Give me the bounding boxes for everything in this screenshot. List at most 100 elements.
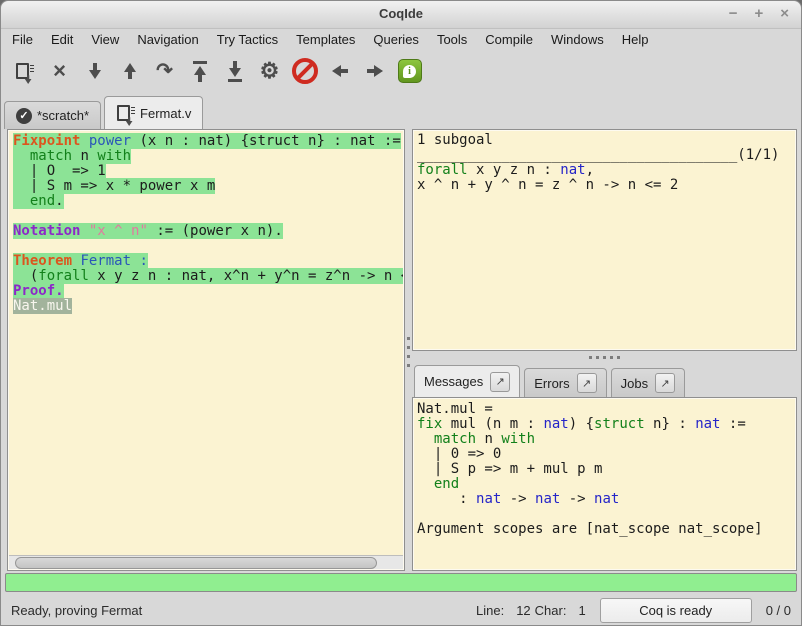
window-title: CoqIde: [1, 6, 801, 21]
code-line: x ^ n + y ^ n = z ^ n -> n <= 2: [417, 178, 792, 193]
code-line: Nat.mul =: [417, 402, 792, 417]
code-line: | 0 => 0: [417, 447, 792, 462]
document-save-icon: [116, 104, 135, 123]
menu-item-edit[interactable]: Edit: [42, 30, 82, 49]
menu-item-view[interactable]: View: [82, 30, 128, 49]
menu-item-tools[interactable]: Tools: [428, 30, 476, 49]
line-label: Line:: [476, 603, 504, 618]
code-line: (forall x y z n : nat, x^n + y^n = z^n -…: [13, 269, 403, 284]
code-line: 1 subgoal: [417, 133, 792, 148]
code-line: Theorem Fermat :: [13, 254, 403, 269]
code-line: ______________________________________(1…: [417, 148, 792, 163]
code-line: Fixpoint power (x n : nat) {struct n} : …: [13, 134, 403, 149]
messages-pane[interactable]: Nat.mul =fix mul (n m : nat) {struct n} …: [412, 397, 797, 571]
scrollbar-thumb[interactable]: [15, 557, 377, 569]
check-circle-icon: ✓: [16, 108, 32, 124]
tab-messages-label: Messages: [424, 374, 483, 389]
close-document-button[interactable]: ×: [42, 55, 77, 87]
menu-item-file[interactable]: File: [3, 30, 42, 49]
tab-jobs[interactable]: Jobs ↗: [611, 368, 685, 397]
horizontal-splitter[interactable]: [412, 351, 797, 363]
arrow-to-bottom-icon: [228, 61, 242, 82]
info-bubble-icon: i: [398, 59, 422, 83]
splitter-handle-icon: [407, 337, 410, 367]
forward-one-command-button[interactable]: [77, 55, 112, 87]
curved-arrow-icon: ↷: [156, 61, 173, 81]
goals-counter: 0 / 0: [766, 603, 791, 618]
code-line: | S m => x * power x m: [13, 179, 403, 194]
titlebar[interactable]: CoqIde − + ×: [1, 1, 801, 29]
detach-messages-button[interactable]: ↗: [490, 372, 510, 392]
code-line: match n with: [417, 432, 792, 447]
line-value: 12: [516, 603, 530, 618]
detach-jobs-button[interactable]: ↗: [655, 373, 675, 393]
tab-fermat[interactable]: Fermat.v: [104, 96, 203, 129]
code-line: Notation "x ^ n" := (power x n).: [13, 224, 403, 239]
messages-notebook-tabs: Messages ↗ Errors ↗ Jobs ↗: [412, 363, 797, 397]
editor-horizontal-scrollbar[interactable]: [9, 555, 403, 569]
goals-pane[interactable]: 1 subgoal_______________________________…: [412, 129, 797, 351]
minimize-button[interactable]: −: [729, 5, 738, 23]
coqide-window: CoqIde − + × FileEditViewNavigationTry T…: [0, 0, 802, 626]
fully-check-button[interactable]: ⚙: [252, 55, 287, 87]
tab-scratch[interactable]: ✓ *scratch*: [4, 101, 101, 129]
code-line: [417, 507, 792, 522]
down-arrow-icon: [88, 63, 102, 79]
code-line: [13, 209, 403, 224]
statusbar-right: Line: 12 Char: 1 Coq is ready 0 / 0: [476, 598, 791, 623]
maximize-button[interactable]: +: [754, 5, 763, 23]
menu-item-navigation[interactable]: Navigation: [128, 30, 207, 49]
go-to-cursor-button[interactable]: ↷: [147, 55, 182, 87]
tab-jobs-label: Jobs: [621, 376, 648, 391]
window-controls: − + ×: [729, 5, 789, 23]
interrupt-button[interactable]: [287, 55, 322, 87]
menu-item-queries[interactable]: Queries: [364, 30, 428, 49]
close-document-icon: ×: [53, 60, 66, 82]
left-arrow-icon: [332, 64, 348, 78]
code-line: forall x y z n : nat,: [417, 163, 792, 178]
back-button[interactable]: [322, 55, 357, 87]
code-line: | O => 1: [13, 164, 403, 179]
code-line: Nat.mul: [13, 299, 403, 314]
save-button[interactable]: [7, 55, 42, 87]
right-arrow-icon: [367, 64, 383, 78]
menu-item-compile[interactable]: Compile: [476, 30, 542, 49]
code-line: Proof.: [13, 284, 403, 299]
tab-errors[interactable]: Errors ↗: [524, 368, 606, 397]
restart-button[interactable]: [182, 55, 217, 87]
menu-item-windows[interactable]: Windows: [542, 30, 613, 49]
close-button[interactable]: ×: [780, 5, 789, 23]
code-line: [13, 239, 403, 254]
detach-icon: ↗: [661, 377, 670, 390]
tab-messages[interactable]: Messages ↗: [414, 365, 520, 397]
editor-code[interactable]: Fixpoint power (x n : nat) {struct n} : …: [9, 131, 403, 556]
menu-item-try-tactics[interactable]: Try Tactics: [208, 30, 287, 49]
editor-pane: Fixpoint power (x n : nat) {struct n} : …: [7, 129, 405, 571]
detach-icon: ↗: [582, 377, 591, 390]
tab-errors-label: Errors: [534, 376, 569, 391]
code-line: : nat -> nat -> nat: [417, 492, 792, 507]
backward-one-command-button[interactable]: [112, 55, 147, 87]
go-to-end-button[interactable]: [217, 55, 252, 87]
menu-item-help[interactable]: Help: [613, 30, 658, 49]
about-button[interactable]: i: [392, 55, 427, 87]
forward-button[interactable]: [357, 55, 392, 87]
detach-icon: ↗: [496, 375, 505, 388]
vertical-splitter[interactable]: [404, 129, 412, 571]
code-line: fix mul (n m : nat) {struct n} : nat :=: [417, 417, 792, 432]
code-line: Argument scopes are [nat_scope nat_scope…: [417, 522, 792, 537]
menu-item-templates[interactable]: Templates: [287, 30, 364, 49]
menubar: FileEditViewNavigationTry TacticsTemplat…: [1, 28, 801, 50]
coq-status-indicator: Coq is ready: [600, 598, 752, 623]
coq-status-text: Coq is ready: [639, 603, 712, 618]
prohibited-icon: [292, 58, 318, 84]
tab-fermat-label: Fermat.v: [140, 106, 191, 121]
detach-errors-button[interactable]: ↗: [577, 373, 597, 393]
arrow-to-top-icon: [193, 61, 207, 82]
gear-icon: ⚙: [260, 60, 280, 82]
progress-bar: [5, 573, 797, 592]
char-label: Char:: [535, 603, 567, 618]
toolbar: × ↷ ⚙ i: [1, 50, 801, 92]
code-line: end.: [13, 194, 403, 209]
status-text: Ready, proving Fermat: [11, 603, 142, 618]
